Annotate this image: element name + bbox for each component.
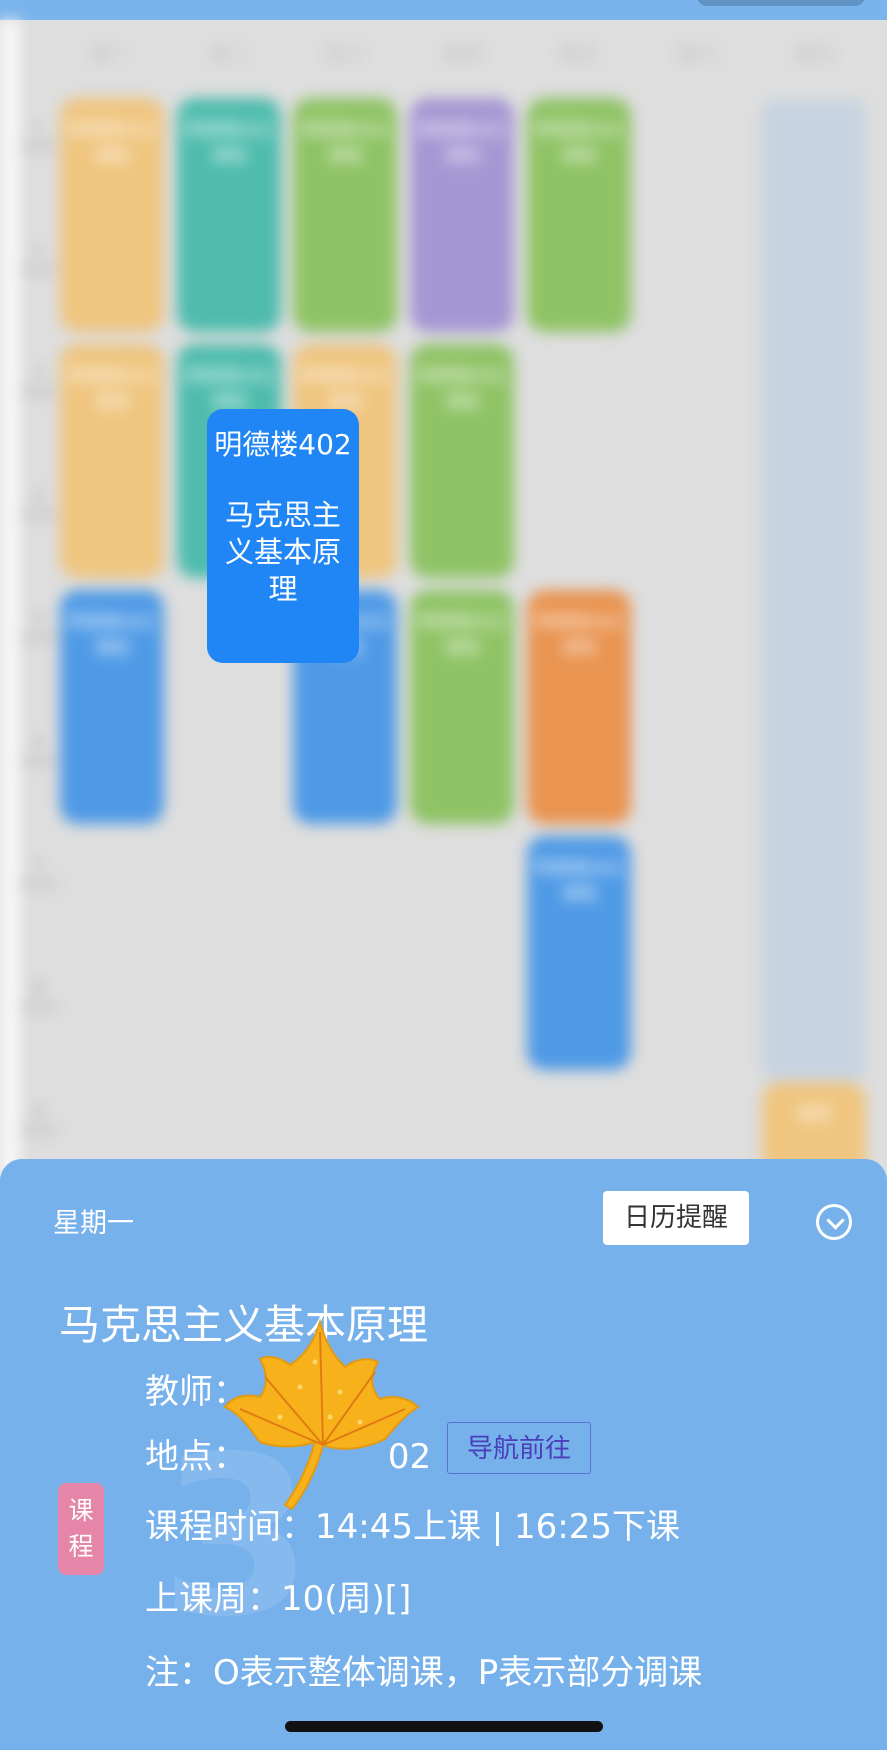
top-bar — [0, 0, 887, 20]
section-label: 1 — [20, 118, 56, 152]
timetable-grid: 周一 周二 周三 周四 周五 周六 周日 1 2 3 4 5 6 7 8 9 明德楼402 课程 明德楼402 课… — [0, 20, 887, 1193]
weekday-label: 星期一 — [53, 1208, 134, 1239]
week-selector-pill[interactable] — [697, 0, 865, 6]
day-header: 周三 — [325, 42, 365, 66]
section-label: 7 — [20, 856, 56, 890]
section-label: 2 — [20, 241, 56, 275]
focused-course-card[interactable]: 明德楼402 马克思主义基本原理 — [207, 409, 359, 663]
day-header: 周五 — [559, 42, 599, 66]
day-header: 周二 — [209, 42, 249, 66]
calendar-reminder-button[interactable]: 日历提醒 — [603, 1191, 749, 1245]
section-label: 4 — [20, 487, 56, 521]
maple-leaf-sticker — [223, 1318, 420, 1511]
course-cell[interactable]: 明德楼402 课程 — [527, 590, 631, 824]
course-cell[interactable]: 明德楼402 课程 — [60, 344, 164, 578]
day-header: 周一 — [92, 42, 132, 66]
course-cell[interactable]: 明德楼402 课程 — [527, 98, 631, 332]
course-cell[interactable]: 明德楼402 课程 — [293, 98, 397, 332]
note-row: 注：O表示整体调课，P表示部分调课 — [145, 1653, 703, 1693]
weeks-row: 上课周：10(周)[] — [145, 1579, 412, 1619]
collapse-chevron-icon[interactable] — [816, 1204, 852, 1240]
home-indicator[interactable] — [285, 1721, 603, 1732]
section-label: 9 — [20, 1102, 56, 1136]
course-cell[interactable]: 明德楼402 课程 — [177, 98, 281, 332]
navigate-button[interactable]: 导航前往 — [447, 1422, 591, 1474]
course-cell[interactable]: 明德楼402 课程 — [60, 98, 164, 332]
sunday-column — [762, 100, 866, 1080]
section-label: 3 — [20, 364, 56, 398]
day-header: 周日 — [794, 42, 834, 66]
course-cell[interactable]: 明德楼402 课程 — [60, 590, 164, 824]
course-tag: 课程 — [58, 1483, 104, 1575]
course-cell[interactable]: 明德楼402 课程 — [410, 344, 514, 578]
course-cell[interactable]: 明德楼402 课程 — [527, 836, 631, 1070]
day-header: 周六 — [677, 42, 717, 66]
section-label: 5 — [20, 610, 56, 644]
left-strip — [0, 20, 20, 1180]
course-cell[interactable]: 明德楼402 课程 — [410, 590, 514, 824]
focused-course-location: 明德楼402 — [214, 428, 352, 461]
day-header: 周四 — [442, 42, 482, 66]
course-cell[interactable]: 明德楼402 课程 — [410, 98, 514, 332]
focused-course-name: 马克思主义基本原理 — [224, 498, 341, 606]
section-label: 8 — [20, 979, 56, 1013]
course-detail-sheet: 3 星期一 日历提醒 马克思主义基本原理 教师： 地点： 02 导航前往 课程 … — [0, 1159, 887, 1750]
section-label: 6 — [20, 733, 56, 767]
